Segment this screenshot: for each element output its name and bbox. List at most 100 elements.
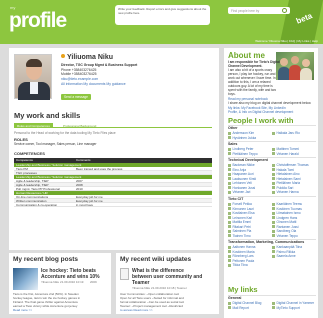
person-link[interactable]: Backman Nikke bbox=[228, 163, 255, 167]
person-link[interactable]: Kankaanpää Tiina bbox=[272, 245, 303, 249]
profile-email[interactable]: niku@tieto.example.com bbox=[61, 77, 98, 81]
wiki-read-more[interactable]: to access Read more >> bbox=[120, 308, 217, 312]
people-group: Sales bbox=[228, 142, 238, 146]
blog-body: Tieto is the first, Accenture 2nd (50%).… bbox=[13, 292, 109, 312]
person-link[interactable]: Leinonen Karl bbox=[228, 216, 253, 220]
search-input[interactable]: Find people here by bbox=[228, 7, 290, 14]
blog-heading: My recent blog posts bbox=[13, 256, 79, 263]
feedback-note[interactable]: Write your feedback. Report errors and g… bbox=[115, 5, 210, 25]
person-link[interactable]: Saarela Anne bbox=[272, 254, 296, 258]
person-link[interactable]: Salminen Pia bbox=[228, 229, 252, 233]
link-item[interactable]: MyTieto Support bbox=[272, 306, 300, 310]
about-heading: About me bbox=[228, 51, 265, 60]
link-item[interactable]: Digital Channel Blog bbox=[228, 301, 262, 305]
person-link[interactable]: Hietalainen Aino bbox=[272, 172, 300, 176]
profile-photo bbox=[14, 54, 52, 100]
comment-cell: 2010 bbox=[76, 187, 83, 191]
person-link[interactable]: Andersson Kim bbox=[228, 131, 255, 135]
column-comments: Comments bbox=[76, 158, 91, 162]
wiki-body: User Communities: ~Open collaboration to… bbox=[120, 292, 217, 312]
table-row: Pdc mgmt. Tieto PP Professional 2010 bbox=[14, 187, 212, 191]
site-logo[interactable]: profile bbox=[9, 9, 67, 33]
person-link[interactable]: Virtanen Teppo bbox=[272, 234, 298, 238]
status-dot-icon bbox=[61, 54, 65, 58]
person-link[interactable]: Christoffersen Thomas bbox=[272, 163, 309, 167]
send-message-button[interactable]: Send a message bbox=[61, 94, 91, 100]
wiki-heading: My recent wiki updates bbox=[120, 256, 192, 263]
person-link[interactable]: Pietiläinen Maria bbox=[272, 181, 301, 185]
person-link[interactable]: Rantanen Jussi bbox=[272, 225, 299, 229]
person-link[interactable]: Mattila Emmi bbox=[228, 220, 251, 224]
about-line: I share also my blog on digital channel … bbox=[228, 101, 312, 105]
blog-read-more[interactable]: Read more >> bbox=[13, 308, 109, 312]
links-group: General bbox=[228, 296, 242, 300]
person-link[interactable]: Palmu Riikka bbox=[272, 250, 296, 254]
divider bbox=[228, 141, 316, 142]
about-links-2[interactable]: Profile, & Info on Digital Channel devel… bbox=[228, 110, 293, 114]
tab-roles-competences[interactable]: Roles and Competences bbox=[14, 123, 53, 128]
wiki-page-icon bbox=[120, 268, 129, 280]
roles-text: Service owner, Tool manager, Sales perso… bbox=[14, 142, 97, 146]
person-link[interactable]: Hietalainen Sami bbox=[272, 177, 301, 181]
person-link[interactable]: Koskinen Maria bbox=[228, 250, 255, 254]
people-heading: People I work with bbox=[228, 116, 294, 125]
table-row: TGC processes bbox=[14, 171, 212, 175]
person-link[interactable]: Forsell Pekka bbox=[228, 202, 252, 206]
person-link[interactable]: Pukkila Sari bbox=[272, 186, 294, 190]
profile-mobile: Mobile +358403276425 bbox=[61, 72, 97, 76]
profile-name: Yiliuoma Niku bbox=[61, 54, 113, 61]
person-link[interactable]: Peltonen Paula bbox=[228, 259, 255, 263]
person-link[interactable]: Kostiainen Elsa bbox=[228, 211, 255, 215]
profile-name-text: Yiliuoma Niku bbox=[67, 54, 114, 61]
links-heading: My links bbox=[228, 285, 258, 294]
person-link[interactable]: Hakala Tomi bbox=[272, 168, 294, 172]
person-link[interactable]: Hyvärinen Jukka bbox=[228, 136, 257, 140]
person-link[interactable]: Honkanen Jussi bbox=[228, 186, 256, 190]
person-link[interactable]: Rönnberg Lars bbox=[228, 254, 254, 258]
person-link[interactable]: Oinonen Matti bbox=[272, 220, 297, 224]
people-group: Tieto CIT bbox=[228, 197, 244, 201]
about-line: boys. bbox=[228, 92, 236, 96]
profile-phone: Phone +358403276425 bbox=[61, 67, 97, 72]
person-link[interactable]: Tiainen Timo bbox=[228, 234, 251, 238]
person-link[interactable]: Virtanen Jari bbox=[228, 190, 251, 194]
person-link[interactable]: Aaltonen Hanna bbox=[228, 245, 256, 249]
link-item[interactable]: Digital Channel in Yammer bbox=[272, 301, 315, 305]
person-link[interactable]: Mattinen Tommi bbox=[272, 147, 299, 151]
person-link[interactable]: Lehtonen Veli bbox=[228, 181, 252, 185]
person-link[interactable]: Haikala Jaru Rio bbox=[272, 131, 300, 135]
profile-links[interactable]: All information My documents My guidance bbox=[61, 82, 126, 86]
comment-cell: in most have bbox=[76, 203, 94, 207]
person-link[interactable]: Pietikäinen Teppo bbox=[228, 152, 258, 156]
person-link[interactable]: Kaariäinen Teemu bbox=[272, 202, 303, 206]
table-row: Communication & co-operation in most have bbox=[14, 203, 212, 207]
work-tabs: Roles and Competences Professional Backg… bbox=[14, 123, 212, 128]
person-link[interactable]: Virtanen Hanna bbox=[272, 190, 299, 194]
person-link[interactable]: Ritakari Petri bbox=[228, 225, 251, 229]
person-link[interactable]: Liimatainen Ismo bbox=[272, 211, 301, 215]
person-link[interactable]: Virtanen Harald bbox=[272, 152, 299, 156]
person-link[interactable]: Koskinen Tuomas bbox=[272, 207, 302, 211]
blog-thumbnail bbox=[13, 268, 38, 290]
person-link[interactable]: Laaksonen Kirsti bbox=[228, 177, 257, 181]
column-competence: Competence bbox=[16, 158, 34, 162]
person-link[interactable]: Lindgren Hans bbox=[272, 216, 298, 220]
people-group: Other bbox=[228, 126, 238, 130]
person-link[interactable]: Haapanen Auri bbox=[228, 172, 254, 176]
divider bbox=[228, 125, 316, 126]
user-bar[interactable]: Welcome Yiliuoma Niku | FAQ | My Links |… bbox=[210, 39, 318, 44]
work-subtext: Personal to the Head of working for the … bbox=[14, 131, 116, 135]
profile-title: Director, TGC Group Mgmt & Business Supp… bbox=[61, 63, 138, 67]
tab-professional-background[interactable]: Professional Background bbox=[60, 123, 99, 128]
link-item[interactable]: Mail Report bbox=[228, 306, 249, 310]
person-link[interactable]: Eino Anja bbox=[228, 168, 246, 172]
competences-table: Competence Comments Leadership and Busin… bbox=[14, 158, 212, 207]
wiki-meta: Yiliuoma Niku 21.09.2010 10:18 | Teamer bbox=[132, 286, 187, 290]
person-link[interactable]: Tikka Tiina bbox=[228, 263, 248, 267]
competence-cell: TGC processes bbox=[16, 171, 37, 175]
person-link[interactable]: Sandberg Ola bbox=[272, 229, 297, 233]
person-link[interactable]: Lindberg Peter bbox=[228, 147, 254, 151]
search-icon[interactable] bbox=[282, 8, 287, 13]
people-group: Technical Development bbox=[228, 158, 268, 162]
person-link[interactable]: Kinnunen Lauri bbox=[228, 207, 254, 211]
